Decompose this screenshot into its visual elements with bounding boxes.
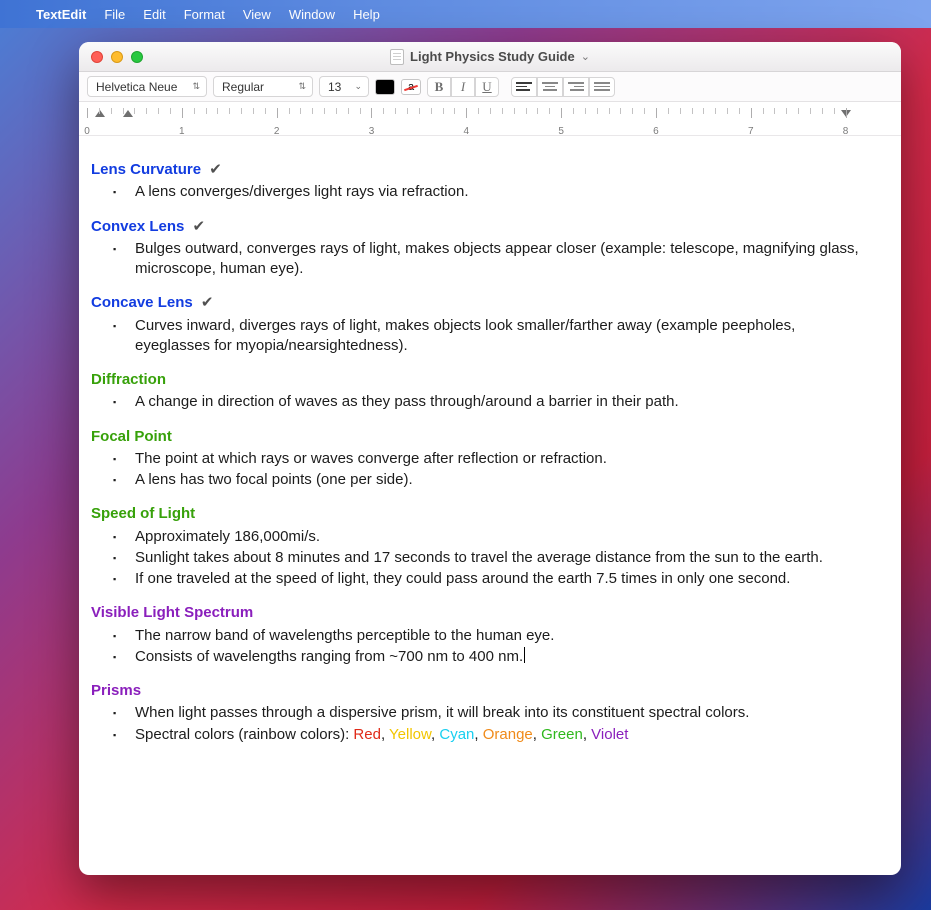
ruler-number: 7 [748, 126, 754, 137]
app-name[interactable]: TextEdit [36, 7, 86, 22]
ruler[interactable]: 0 1 2 3 4 5 6 7 8 [79, 102, 901, 136]
bullet-list: Approximately 186,000mi/s.Sunlight takes… [91, 527, 873, 590]
underline-button[interactable]: U [475, 77, 499, 97]
ruler-number: 3 [369, 126, 375, 137]
align-center-button[interactable] [537, 77, 563, 97]
ruler-number: 6 [653, 126, 659, 137]
list-item: A lens has two focal points (one per sid… [91, 470, 873, 490]
font-style-value: Regular [222, 80, 264, 94]
font-family-select[interactable]: Helvetica Neue ⇅ [87, 76, 207, 97]
list-item: If one traveled at the speed of light, t… [91, 569, 873, 589]
section-heading: Diffraction [91, 370, 873, 390]
list-item: Spectral colors (rainbow colors): Red, Y… [91, 725, 873, 745]
align-justify-button[interactable] [589, 77, 615, 97]
spectral-color: Violet [591, 726, 628, 743]
section-heading: Convex Lens ✔ [91, 217, 873, 237]
spectral-color: Cyan [439, 726, 474, 743]
list-item: The point at which rays or waves converg… [91, 449, 873, 469]
font-family-value: Helvetica Neue [96, 80, 177, 94]
ruler-number: 5 [558, 126, 564, 137]
menu-help[interactable]: Help [353, 7, 380, 22]
spectral-color: Green [541, 726, 583, 743]
text-style-group: B I U [427, 77, 499, 97]
bold-button[interactable]: B [427, 77, 451, 97]
bullet-list: Bulges outward, converges rays of light,… [91, 239, 873, 280]
menu-edit[interactable]: Edit [143, 7, 165, 22]
ruler-number: 0 [84, 126, 90, 137]
list-item: Bulges outward, converges rays of light,… [91, 239, 873, 280]
menu-format[interactable]: Format [184, 7, 225, 22]
window-title-text: Light Physics Study Guide [410, 49, 575, 64]
section-heading: Visible Light Spectrum [91, 603, 873, 623]
titlebar: Light Physics Study Guide ⌄ [79, 42, 901, 72]
chevron-down-icon: ⌄ [581, 50, 590, 63]
align-right-button[interactable] [563, 77, 589, 97]
bullet-list: A change in direction of waves as they p… [91, 392, 873, 412]
list-item: When light passes through a dispersive p… [91, 703, 873, 723]
ruler-number: 8 [843, 126, 849, 137]
section-heading: Speed of Light [91, 504, 873, 524]
font-style-select[interactable]: Regular ⇅ [213, 76, 313, 97]
menubar: TextEdit File Edit Format View Window He… [0, 0, 931, 28]
dropdown-arrows-icon: ⇅ [192, 81, 200, 92]
spectral-color: Red [353, 726, 381, 743]
spectral-color: Yellow [389, 726, 431, 743]
checkmark-icon: ✔ [197, 294, 214, 311]
text-color-swatch[interactable] [375, 79, 395, 95]
bullet-list: The point at which rays or waves converg… [91, 449, 873, 491]
document-body[interactable]: Lens Curvature ✔A lens converges/diverge… [79, 136, 901, 875]
bullet-list: A lens converges/diverges light rays via… [91, 182, 873, 202]
highlight-color-swatch[interactable] [401, 79, 421, 95]
formatting-toolbar: Helvetica Neue ⇅ Regular ⇅ 13 ⌄ B I U [79, 72, 901, 102]
list-item: Curves inward, diverges rays of light, m… [91, 316, 873, 357]
bullet-list: The narrow band of wavelengths perceptib… [91, 626, 873, 668]
alignment-group [511, 77, 615, 97]
section-heading: Concave Lens ✔ [91, 293, 873, 313]
section-heading: Focal Point [91, 427, 873, 447]
ruler-number: 2 [274, 126, 280, 137]
document-icon [390, 49, 404, 65]
window-title[interactable]: Light Physics Study Guide ⌄ [79, 49, 901, 65]
list-item: A change in direction of waves as they p… [91, 392, 873, 412]
textedit-window: Light Physics Study Guide ⌄ Helvetica Ne… [79, 42, 901, 875]
section-heading: Lens Curvature ✔ [91, 160, 873, 180]
list-item: Sunlight takes about 8 minutes and 17 se… [91, 548, 873, 568]
dropdown-arrows-icon: ⇅ [298, 81, 306, 92]
list-item: Consists of wavelengths ranging from ~70… [91, 647, 873, 667]
menu-view[interactable]: View [243, 7, 271, 22]
checkmark-icon: ✔ [205, 161, 222, 178]
chevron-down-icon: ⌄ [354, 81, 362, 92]
bullet-list: When light passes through a dispersive p… [91, 703, 873, 745]
list-item: Approximately 186,000mi/s. [91, 527, 873, 547]
italic-button[interactable]: I [451, 77, 475, 97]
menu-file[interactable]: File [104, 7, 125, 22]
bullet-list: Curves inward, diverges rays of light, m… [91, 316, 873, 357]
menu-window[interactable]: Window [289, 7, 335, 22]
spectral-color: Orange [483, 726, 533, 743]
ruler-number: 1 [179, 126, 185, 137]
font-size-value: 13 [328, 80, 341, 94]
font-size-select[interactable]: 13 ⌄ [319, 76, 369, 97]
list-item: The narrow band of wavelengths perceptib… [91, 626, 873, 646]
list-item: A lens converges/diverges light rays via… [91, 182, 873, 202]
align-left-button[interactable] [511, 77, 537, 97]
section-heading: Prisms [91, 681, 873, 701]
checkmark-icon: ✔ [188, 218, 205, 235]
text-cursor [524, 647, 525, 663]
ruler-number: 4 [464, 126, 470, 137]
